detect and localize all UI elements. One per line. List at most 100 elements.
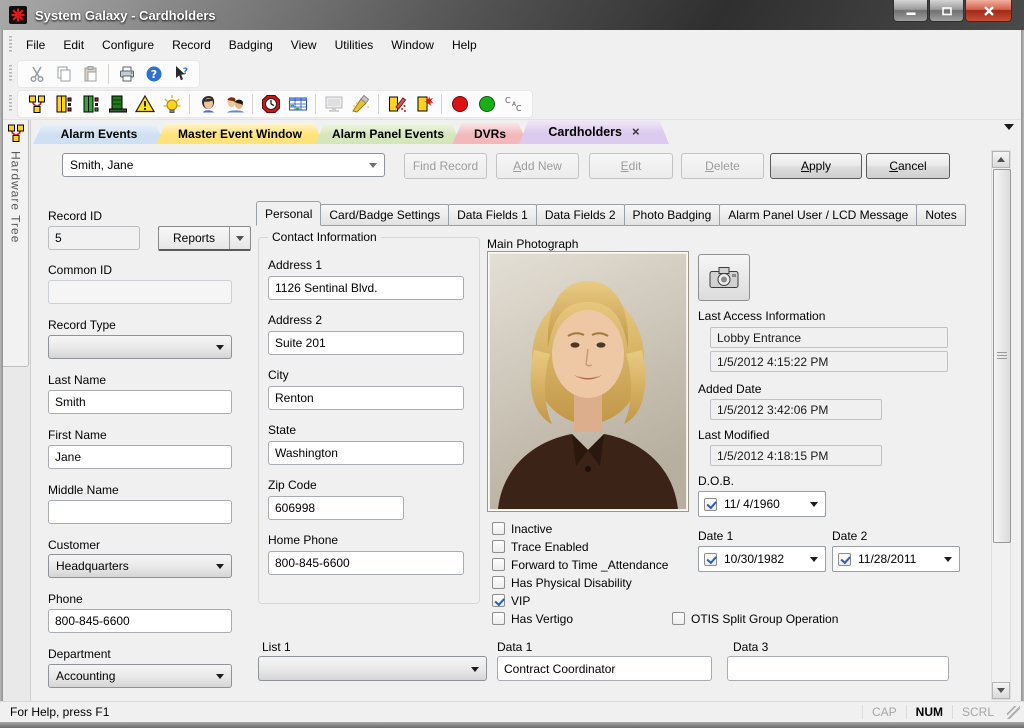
date1-checkbox[interactable]: [704, 553, 717, 566]
print-icon[interactable]: [113, 62, 140, 86]
edit-button[interactable]: Edit: [589, 153, 673, 179]
tab-master-event-window[interactable]: Master Event Window: [156, 123, 324, 144]
zip-code-field[interactable]: [268, 496, 404, 520]
middle-name-field[interactable]: [48, 500, 232, 524]
reports-dropdown[interactable]: [229, 227, 250, 249]
flag-forward-time-attendance[interactable]: Forward to Time _Attendance: [492, 557, 668, 572]
date1-picker[interactable]: 10/30/1982: [698, 546, 826, 572]
reports-button[interactable]: Reports: [158, 226, 251, 251]
scroll-down-button[interactable]: [992, 682, 1010, 699]
door-edit-icon[interactable]: [383, 92, 410, 116]
tab-data-fields-1[interactable]: Data Fields 1: [448, 204, 537, 226]
customer-select[interactable]: Headquarters: [48, 554, 232, 578]
tab-personal[interactable]: Personal: [256, 201, 321, 226]
vertical-scrollbar[interactable]: [991, 150, 1011, 700]
last-name-field[interactable]: [48, 390, 232, 414]
menu-utilities[interactable]: Utilities: [326, 33, 383, 57]
door-yellow-icon[interactable]: [50, 92, 77, 116]
tab-alarm-panel-events[interactable]: Alarm Panel Events: [315, 123, 461, 144]
cancel-button[interactable]: Cancel: [866, 153, 950, 179]
data1-field[interactable]: [497, 656, 712, 681]
sweep-icon[interactable]: [347, 92, 374, 116]
address1-field[interactable]: [268, 276, 464, 300]
otis-checkbox[interactable]: [672, 612, 685, 625]
hardware-tree-icon[interactable]: [23, 92, 50, 116]
door-green-icon[interactable]: [77, 92, 104, 116]
forward-checkbox[interactable]: [492, 558, 505, 571]
flag-has-vertigo[interactable]: Has Vertigo: [492, 611, 573, 626]
cut-icon[interactable]: [23, 62, 50, 86]
timer-icon[interactable]: [257, 92, 284, 116]
monitor-icon[interactable]: [320, 92, 347, 116]
door-alarm-icon[interactable]: [410, 92, 437, 116]
flag-trace-enabled[interactable]: Trace Enabled: [492, 539, 589, 554]
phone-field[interactable]: [48, 609, 232, 633]
restore-button[interactable]: [929, 0, 964, 22]
delete-button[interactable]: Delete: [681, 153, 764, 179]
menu-badging[interactable]: Badging: [220, 33, 282, 57]
address2-field[interactable]: [268, 331, 464, 355]
scrollbar-thumb[interactable]: [993, 169, 1011, 543]
tab-data-fields-2[interactable]: Data Fields 2: [536, 204, 625, 226]
scroll-up-button[interactable]: [992, 151, 1010, 168]
data3-field[interactable]: [727, 656, 949, 681]
dob-checkbox[interactable]: [704, 498, 717, 511]
schedule-grid-icon[interactable]: [284, 92, 311, 116]
menu-window[interactable]: Window: [382, 33, 443, 57]
tab-notes[interactable]: Notes: [916, 204, 965, 226]
tab-dvrs[interactable]: DVRs: [452, 123, 528, 144]
add-new-button[interactable]: Add New: [496, 153, 579, 179]
go-green-icon[interactable]: [473, 92, 500, 116]
tab-card-badge-settings[interactable]: Card/Badge Settings: [320, 204, 449, 226]
operator-icon[interactable]: [194, 92, 221, 116]
trace-checkbox[interactable]: [492, 540, 505, 553]
turnstile-icon[interactable]: [104, 92, 131, 116]
menu-record[interactable]: Record: [163, 33, 220, 57]
help-icon[interactable]: ?: [140, 62, 167, 86]
menu-help[interactable]: Help: [443, 33, 486, 57]
date2-picker[interactable]: 11/28/2011: [832, 546, 960, 572]
record-selector[interactable]: Smith, Jane: [62, 153, 385, 177]
record-type-select[interactable]: [48, 335, 232, 359]
context-help-icon[interactable]: ?: [167, 62, 194, 86]
close-button[interactable]: [965, 0, 1012, 22]
first-name-field[interactable]: [48, 445, 232, 469]
copy-icon[interactable]: [50, 62, 77, 86]
menu-view[interactable]: View: [282, 33, 326, 57]
state-field[interactable]: [268, 441, 464, 465]
apply-button[interactable]: Apply: [770, 153, 862, 179]
vertigo-checkbox[interactable]: [492, 612, 505, 625]
disability-checkbox[interactable]: [492, 576, 505, 589]
city-field[interactable]: [268, 386, 464, 410]
tab-alarm-events[interactable]: Alarm Events: [33, 123, 165, 144]
stop-red-icon[interactable]: [446, 92, 473, 116]
flag-inactive[interactable]: Inactive: [492, 521, 552, 536]
date2-checkbox[interactable]: [838, 553, 851, 566]
list1-select[interactable]: [258, 656, 487, 681]
tab-photo-badging[interactable]: Photo Badging: [624, 204, 721, 226]
menu-file[interactable]: File: [17, 33, 54, 57]
hardware-tree-tab[interactable]: Hardware Tree: [3, 119, 29, 367]
tab-overflow-button[interactable]: [1004, 124, 1014, 130]
menu-configure[interactable]: Configure: [93, 33, 163, 57]
paste-icon[interactable]: [77, 62, 104, 86]
minimize-button[interactable]: [893, 0, 928, 22]
inactive-checkbox[interactable]: [492, 522, 505, 535]
menu-edit[interactable]: Edit: [54, 33, 93, 57]
alarm-lamp-icon[interactable]: [158, 92, 185, 116]
cac-icon[interactable]: CAC: [500, 92, 527, 116]
warning-icon[interactable]: [131, 92, 158, 116]
find-record-button[interactable]: Find Record: [404, 153, 487, 179]
vip-checkbox[interactable]: [492, 594, 505, 607]
capture-photo-button[interactable]: [698, 254, 750, 301]
tab-alarm-panel-user[interactable]: Alarm Panel User / LCD Message: [719, 204, 917, 226]
dob-picker[interactable]: 11/ 4/1960: [698, 491, 826, 517]
resize-grip[interactable]: [1007, 706, 1020, 719]
tab-cardholders[interactable]: Cardholders×: [519, 119, 669, 144]
flag-physical-disability[interactable]: Has Physical Disability: [492, 575, 632, 590]
flag-vip[interactable]: VIP: [492, 593, 530, 608]
operators-icon[interactable]: [221, 92, 248, 116]
flag-otis-split-group[interactable]: OTIS Split Group Operation: [672, 611, 838, 626]
tab-close-icon[interactable]: ×: [632, 125, 640, 138]
department-select[interactable]: Accounting: [48, 664, 232, 688]
